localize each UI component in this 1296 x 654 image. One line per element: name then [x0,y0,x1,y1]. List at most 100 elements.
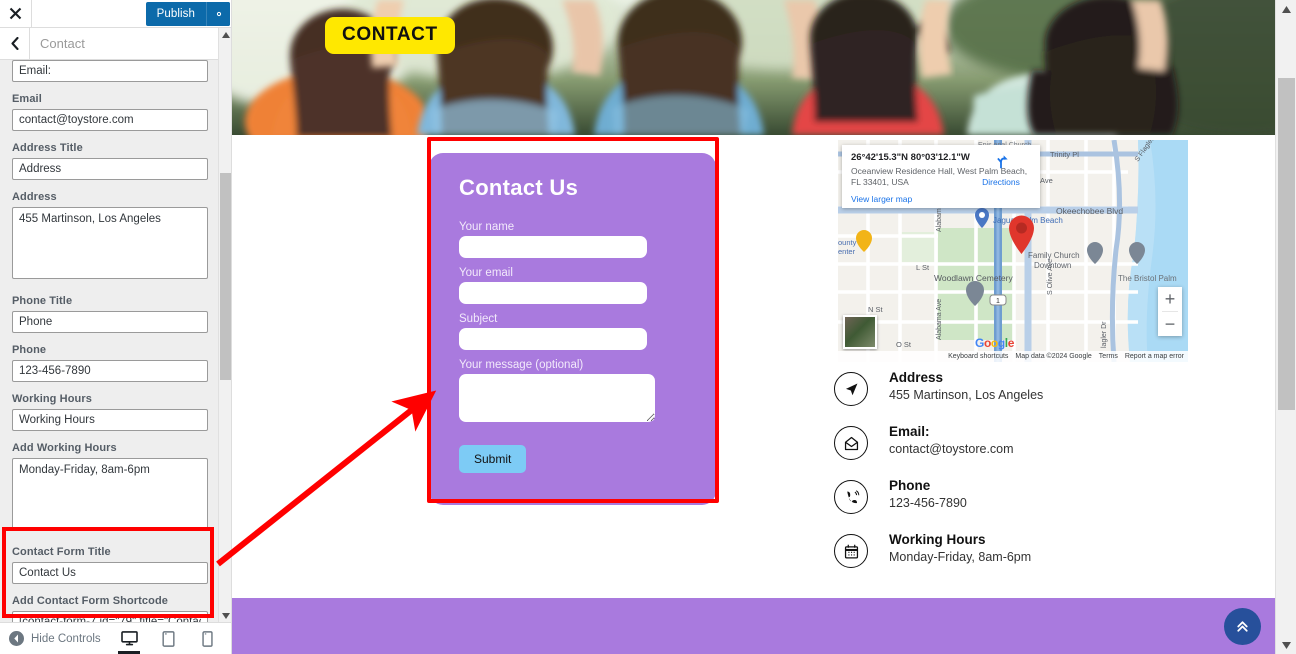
email-field[interactable] [12,109,208,131]
map-data-text: Map data ©2024 Google [1015,353,1092,360]
contact-form-title-field[interactable] [12,562,208,584]
control-contact-form-shortcode: Add Contact Form Shortcode [12,595,208,622]
svg-text:1: 1 [996,298,1000,305]
control-contact-form-title: Contact Form Title [12,546,208,584]
customizer-controls-list: Email Address Title Address Phone Title … [0,60,220,622]
info-phone: Phone 123-456-7890 [834,478,1194,514]
customizer-section-header: Contact [0,28,231,60]
google-map[interactable]: Epis opal Church Trinity Pl S Flagler Dr… [838,140,1188,362]
publish-label: Publish [156,7,195,20]
street-view-thumbnail[interactable] [843,315,877,349]
subject-label: Subject [459,313,498,325]
window-scrollbar[interactable] [1275,0,1296,654]
info-address-text: Address 455 Martinson, Los Angeles [889,370,1043,402]
report-map-error-link[interactable]: Report a map error [1125,353,1184,360]
contact-form-shortcode-field[interactable] [12,611,208,622]
window-scroll-down-arrow-icon[interactable] [1276,636,1296,654]
svg-text:O St: O St [896,340,912,349]
control-email-title [12,60,208,82]
gear-icon[interactable] [206,1,230,26]
email-title-field[interactable] [12,60,208,82]
info-working-hours-text: Working Hours Monday-Friday, 8am-6pm [889,532,1031,564]
zoom-in-button[interactable]: + [1158,287,1182,311]
svg-text:L St: L St [916,263,930,272]
address-title-label: Address Title [12,142,83,154]
preview-footer [232,598,1275,654]
info-working-hours-title: Working Hours [889,532,986,547]
control-phone: Phone [12,344,208,382]
scroll-up-arrow-icon[interactable] [219,28,231,41]
submit-button[interactable]: Submit [459,445,527,473]
control-address: Address [12,191,208,284]
map-attribution-bar: Keyboard shortcuts Map data ©2024 Google… [838,351,1188,362]
close-x-icon[interactable] [0,0,32,27]
info-email-text: Email: contact@toystore.com [889,424,1014,456]
control-working-hours: Add Working Hours [12,442,208,535]
hide-controls-button[interactable]: Hide Controls [0,631,101,646]
double-chevron-up-icon [1237,621,1248,632]
address-title-field[interactable] [12,158,208,180]
view-larger-map-link[interactable]: View larger map [851,194,1031,204]
control-phone-title: Phone Title [12,295,208,333]
control-working-hours-title: Working Hours [12,393,208,431]
svg-text:The Bristol Palm: The Bristol Palm [1118,274,1177,283]
publish-button[interactable]: Publish [145,1,230,26]
phone-field[interactable] [12,360,208,382]
your-message-input[interactable] [459,374,655,422]
tablet-icon[interactable] [155,623,181,654]
info-phone-text: Phone 123-456-7890 [889,478,967,510]
svg-text:ounty: ounty [838,238,857,247]
map-info-card: 26°42'15.3"N 80°03'12.1"W Oceanview Resi… [842,145,1040,208]
sidebar-scrollbar[interactable] [218,28,231,622]
info-address: Address 455 Martinson, Los Angeles [834,370,1194,406]
address-field[interactable] [12,207,208,279]
svg-text:N St: N St [868,305,884,314]
site-preview: CONTACT Contact Us Your name Your email … [232,0,1275,654]
window-scroll-up-arrow-icon[interactable] [1276,0,1296,18]
scroll-to-top-button[interactable] [1224,608,1261,645]
phone-title-field[interactable] [12,311,208,333]
customizer-window: Publish Contact Email: Email contact@toy… [0,0,1296,654]
info-address-title: Address [889,370,944,385]
hero-badge: CONTACT [325,17,455,54]
working-hours-title-field[interactable] [12,409,208,431]
contact-form-card: Contact Us Your name Your email Subject … [429,153,716,505]
chevron-left-circle-icon [9,631,24,646]
window-scroll-thumb[interactable] [1278,78,1295,410]
subject-input[interactable] [459,328,647,350]
field-your-email: Your email [455,267,690,304]
directions-icon [997,155,1008,169]
phone-ringing-icon [834,480,868,514]
working-hours-label: Add Working Hours [12,442,117,454]
zoom-out-button[interactable]: − [1158,312,1182,336]
info-phone-value: 123-456-7890 [889,496,967,510]
contact-form-title-label: Contact Form Title [12,546,111,558]
device-preview-buttons [116,623,231,654]
your-message-label: Your message (optional) [459,359,584,371]
field-your-name: Your name [455,221,690,258]
keyboard-shortcuts-link[interactable]: Keyboard shortcuts [948,353,1008,360]
your-name-label: Your name [459,221,515,233]
info-email: Email: contact@toystore.com [834,424,1194,460]
control-email: Email [12,93,208,131]
phone-label: Phone [12,344,47,356]
sidebar-scroll-thumb[interactable] [220,173,231,380]
hero-banner: CONTACT [232,0,1275,135]
your-name-input[interactable] [459,236,647,258]
directions-label: Directions [982,177,1020,187]
mobile-icon[interactable] [194,623,220,654]
hide-controls-label: Hide Controls [31,632,101,645]
phone-title-label: Phone Title [12,295,73,307]
directions-button[interactable]: Directions [972,154,1030,187]
scroll-down-arrow-icon[interactable] [219,609,231,622]
control-address-title: Address Title [12,142,208,180]
info-email-title: Email: [889,424,930,439]
map-zoom-controls: + − [1158,287,1182,336]
your-email-input[interactable] [459,282,647,304]
terms-link[interactable]: Terms [1099,353,1118,360]
chevron-left-icon[interactable] [0,28,30,59]
svg-text:Okeechobee Blvd: Okeechobee Blvd [1056,206,1123,216]
working-hours-field[interactable] [12,458,208,530]
envelope-open-icon [834,426,868,460]
desktop-icon[interactable] [116,623,142,654]
